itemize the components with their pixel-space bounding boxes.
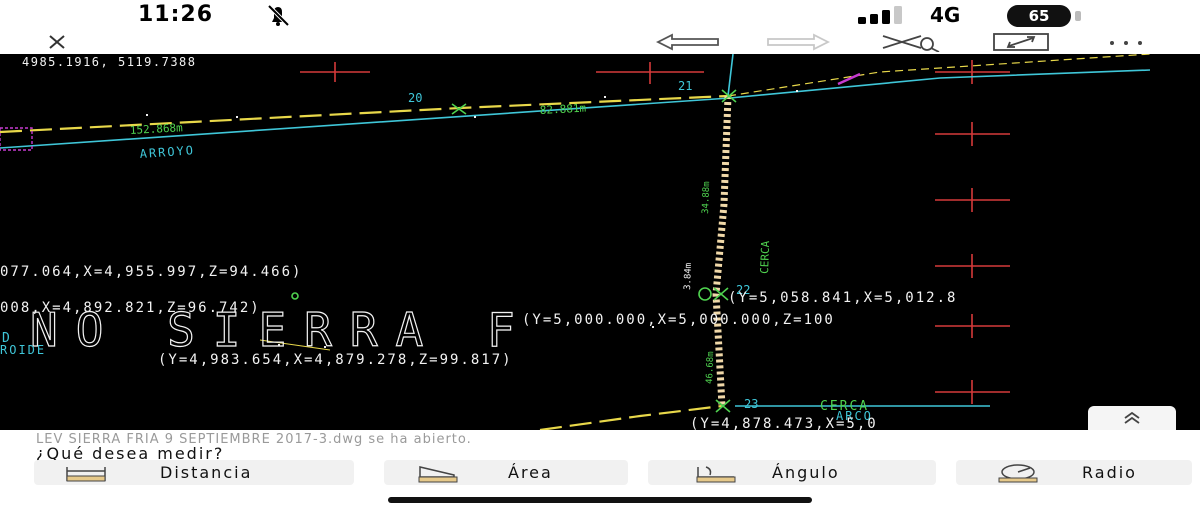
fence-line bbox=[712, 95, 732, 407]
undo-arrow-icon bbox=[655, 33, 719, 51]
cerca-vertical-label: CERCA bbox=[758, 240, 772, 274]
boundary-line bbox=[0, 94, 729, 134]
point-21: 21 bbox=[678, 79, 692, 93]
battery-tip bbox=[1075, 11, 1081, 21]
network-type: 4G bbox=[930, 3, 961, 27]
fullscreen-button[interactable] bbox=[990, 30, 1052, 54]
segment-length-3: 34.88m bbox=[701, 181, 712, 214]
segment-length-4: 3.84m bbox=[683, 263, 694, 290]
redo-arrow-icon bbox=[767, 33, 831, 51]
point-20: 20 bbox=[408, 91, 422, 105]
measure-tool-button[interactable] bbox=[880, 30, 942, 54]
coordinate-text-5: (Y=4,983.654,X=4,879.278,Z=99.817) bbox=[158, 352, 513, 368]
chevron-up-icon bbox=[1124, 411, 1140, 424]
status-time: 11:26 bbox=[138, 2, 214, 27]
cad-drawing[interactable]: NO SIERRA F 4985.1916, 5119.7388 20 21 2… bbox=[0, 54, 1200, 430]
close-button[interactable] bbox=[40, 30, 74, 54]
coordinate-text-2: 008,X=4,892.821,Z=96.742) bbox=[0, 300, 261, 316]
angle-button[interactable]: Ángulo bbox=[648, 460, 936, 485]
segment-length-2: 82.881m bbox=[539, 102, 586, 117]
more-icon bbox=[1110, 41, 1142, 45]
coordinate-text-3: (Y=5,058.841,X=5,012.8 bbox=[728, 290, 957, 306]
close-icon bbox=[49, 35, 65, 49]
measure-tool-icon bbox=[882, 35, 940, 52]
magenta-mark bbox=[837, 72, 861, 86]
segment-length-5: 46.68m bbox=[705, 351, 716, 384]
battery-level: 65 bbox=[1007, 5, 1071, 27]
coordinate-text-6: (Y=4,878.473,X=5,0 bbox=[690, 416, 878, 430]
segment-length-1: 152.868m bbox=[129, 121, 183, 137]
undo-button[interactable] bbox=[652, 30, 724, 54]
area-icon bbox=[418, 466, 458, 483]
home-indicator[interactable] bbox=[388, 497, 812, 503]
muted-bell-icon bbox=[267, 4, 290, 27]
coordinate-text-1: 077.064,X=4,955.997,Z=94.466) bbox=[0, 264, 302, 280]
redo-button[interactable] bbox=[762, 30, 834, 54]
coordinate-text-4: (Y=5,000.000,X=5,000.000,Z=100 bbox=[522, 312, 835, 328]
distance-label: Distancia bbox=[160, 463, 253, 482]
coord-readout: 4985.1916, 5119.7388 bbox=[22, 55, 197, 69]
status-bar: 11:26 4G 65 bbox=[0, 0, 1200, 30]
point-23: 23 bbox=[744, 397, 758, 411]
vertical-cyan-line bbox=[727, 54, 734, 97]
fullscreen-icon bbox=[993, 33, 1049, 51]
radius-label: Radio bbox=[1082, 463, 1137, 482]
cad-canvas[interactable]: NO SIERRA F 4985.1916, 5119.7388 20 21 2… bbox=[0, 54, 1200, 430]
radius-icon bbox=[998, 464, 1038, 483]
distance-button[interactable]: Distancia bbox=[34, 460, 354, 485]
more-button[interactable] bbox=[1104, 30, 1148, 54]
signal-icon bbox=[858, 6, 902, 24]
boundary-line-ne bbox=[727, 54, 1151, 97]
toolbar bbox=[0, 30, 1200, 54]
expand-panel-button[interactable] bbox=[1088, 406, 1176, 430]
distance-ruler-icon bbox=[66, 467, 106, 482]
arroyo-label: ARROYO bbox=[139, 143, 195, 161]
radius-button[interactable]: Radio bbox=[956, 460, 1192, 485]
angle-icon bbox=[696, 466, 736, 483]
roide-label: ROIDE bbox=[0, 343, 46, 357]
angle-label: Ángulo bbox=[772, 463, 840, 482]
area-button[interactable]: Área bbox=[384, 460, 628, 485]
area-label: Área bbox=[508, 463, 553, 482]
